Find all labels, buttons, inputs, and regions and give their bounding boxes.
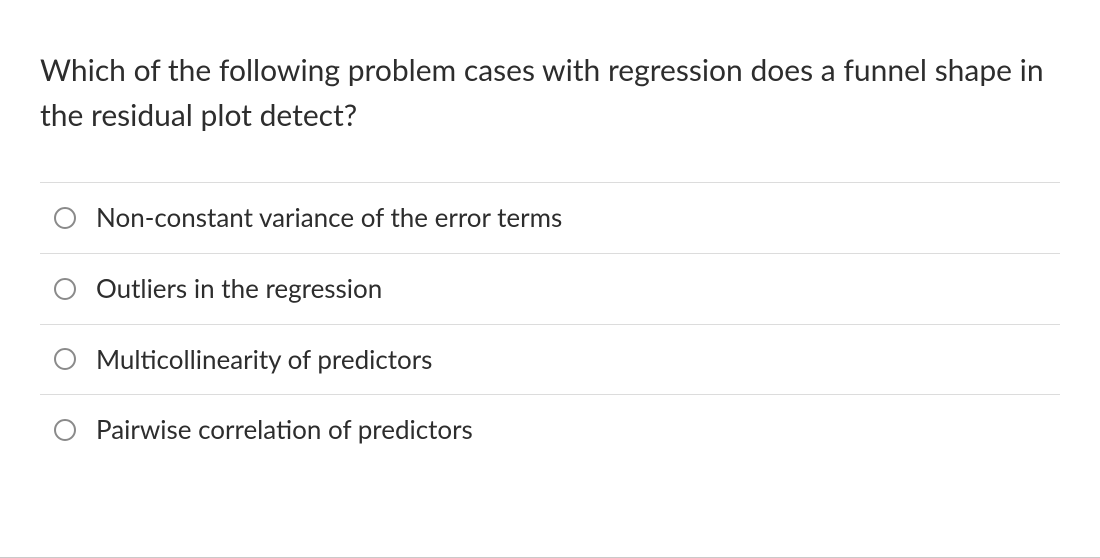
radio-icon[interactable]: [54, 419, 76, 441]
answer-option[interactable]: Multicollinearity of predictors: [40, 324, 1060, 395]
answer-option[interactable]: Non-constant variance of the error terms: [40, 182, 1060, 253]
answer-option-label: Non-constant variance of the error terms: [96, 201, 562, 235]
answer-option-label: Multicollinearity of predictors: [96, 343, 432, 377]
radio-icon[interactable]: [54, 348, 76, 370]
answer-options-list: Non-constant variance of the error terms…: [40, 182, 1060, 465]
answer-option[interactable]: Outliers in the regression: [40, 253, 1060, 324]
answer-option[interactable]: Pairwise correlation of predictors: [40, 394, 1060, 465]
question-text: Which of the following problem cases wit…: [40, 48, 1060, 138]
radio-icon[interactable]: [54, 207, 76, 229]
answer-option-label: Pairwise correlation of predictors: [96, 413, 473, 447]
answer-option-label: Outliers in the regression: [96, 272, 382, 306]
radio-icon[interactable]: [54, 278, 76, 300]
